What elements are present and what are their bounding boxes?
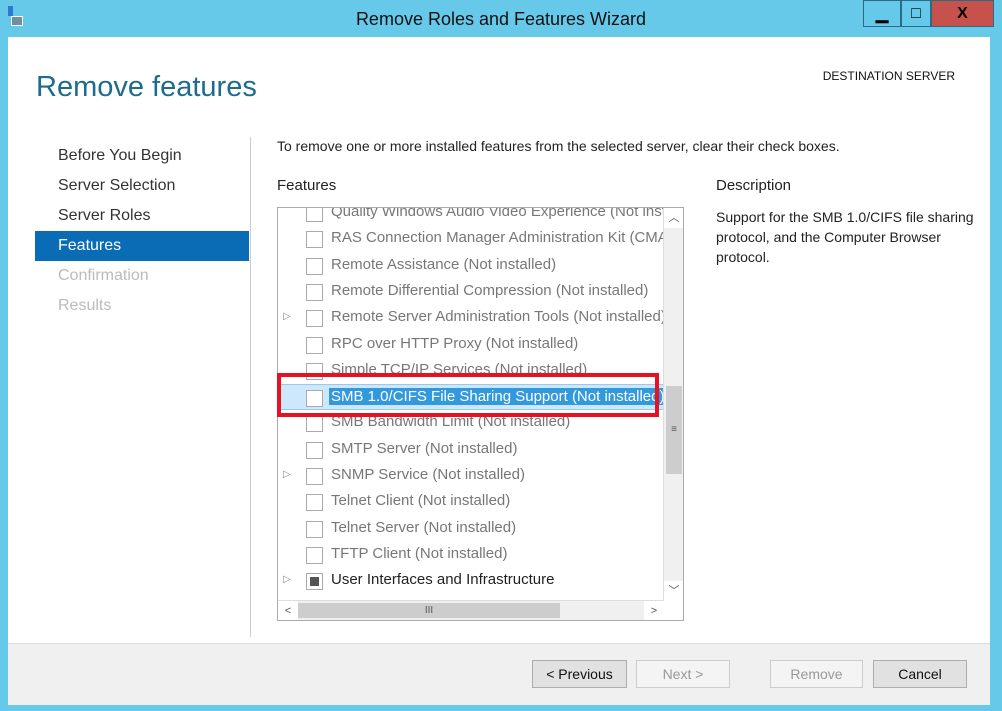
feature-label: Remote Assistance (Not installed) (331, 256, 556, 273)
feature-checkbox[interactable] (306, 521, 323, 538)
nav-features[interactable]: Features (35, 231, 249, 261)
feature-item[interactable]: Quality Windows Audio Video Experience (… (278, 207, 664, 226)
feature-checkbox[interactable] (306, 442, 323, 459)
scroll-thumb[interactable]: ≡ (666, 386, 682, 474)
feature-checkbox[interactable] (306, 337, 323, 354)
feature-item[interactable]: ▷ SNMP Service (Not installed) (278, 463, 664, 489)
feature-item[interactable]: ▷ User Interfaces and Infrastructure (278, 568, 664, 594)
next-button: Next > (636, 660, 730, 688)
feature-item[interactable]: Remote Assistance (Not installed) (278, 253, 664, 279)
feature-checkbox[interactable] (306, 547, 323, 564)
expand-icon[interactable]: ▷ (283, 469, 291, 480)
feature-item[interactable]: Telnet Client (Not installed) (278, 489, 664, 515)
nav-before-you-begin[interactable]: Before You Begin (35, 141, 249, 171)
vertical-scrollbar[interactable]: ︿ ≡ ﹀ (663, 208, 683, 601)
remove-button: Remove (770, 660, 863, 688)
scroll-right-icon[interactable]: > (644, 601, 664, 620)
feature-label: SMTP Server (Not installed) (331, 440, 517, 457)
instructions: To remove one or more installed features… (277, 138, 840, 154)
nav-server-roles[interactable]: Server Roles (35, 201, 249, 231)
scroll-left-icon[interactable]: < (278, 601, 298, 620)
feature-checkbox[interactable] (306, 310, 323, 327)
feature-checkbox[interactable] (306, 284, 323, 301)
feature-checkbox[interactable] (306, 494, 323, 511)
feature-label: Quality Windows Audio Video Experience (… (331, 207, 664, 220)
feature-checkbox[interactable] (306, 207, 323, 222)
divider (250, 137, 251, 637)
wizard-nav: Before You Begin Server Selection Server… (35, 141, 249, 321)
description-label: Description (716, 177, 791, 194)
feature-item[interactable]: ▷ Remote Server Administration Tools (Not… (278, 305, 664, 331)
highlight-annotation (277, 373, 659, 417)
feature-checkbox[interactable] (306, 415, 323, 432)
features-label: Features (277, 177, 336, 194)
previous-button[interactable]: < Previous (532, 660, 627, 688)
feature-checkbox[interactable] (306, 573, 323, 590)
feature-label: Remote Server Administration Tools (Not … (331, 308, 664, 325)
feature-label: RAS Connection Manager Administration Ki… (331, 229, 664, 246)
feature-item[interactable]: RAS Connection Manager Administration Ki… (278, 226, 664, 252)
scroll-up-icon[interactable]: ︿ (664, 208, 684, 228)
feature-checkbox[interactable] (306, 258, 323, 275)
feature-label: User Interfaces and Infrastructure (331, 571, 554, 588)
page-title: Remove features (36, 71, 257, 104)
description-text: Support for the SMB 1.0/CIFS file sharin… (716, 207, 976, 267)
button-bar: < Previous Next > Remove Cancel (8, 643, 990, 705)
feature-item[interactable]: Remote Differential Compression (Not ins… (278, 279, 664, 305)
feature-item[interactable]: Telnet Server (Not installed) (278, 516, 664, 542)
feature-label: SNMP Service (Not installed) (331, 466, 525, 483)
nav-confirmation: Confirmation (35, 261, 249, 291)
feature-label: TFTP Client (Not installed) (331, 545, 507, 562)
wizard-body: Remove features DESTINATION SERVER Befor… (8, 37, 990, 705)
horizontal-scrollbar[interactable]: < III > (278, 600, 664, 620)
nav-server-selection[interactable]: Server Selection (35, 171, 249, 201)
expand-icon[interactable]: ▷ (283, 574, 291, 585)
window-title: Remove Roles and Features Wizard (0, 9, 1002, 30)
feature-label: Remote Differential Compression (Not ins… (331, 282, 648, 299)
feature-item[interactable]: SMTP Server (Not installed) (278, 437, 664, 463)
feature-item[interactable]: TFTP Client (Not installed) (278, 542, 664, 568)
feature-item[interactable]: RPC over HTTP Proxy (Not installed) (278, 332, 664, 358)
expand-icon[interactable]: ▷ (283, 311, 291, 322)
feature-label: Telnet Server (Not installed) (331, 519, 516, 536)
hscroll-thumb[interactable]: III (298, 603, 560, 618)
maximize-button[interactable]: □ (901, 0, 931, 27)
destination-server-label: DESTINATION SERVER (823, 69, 955, 83)
feature-label: Telnet Client (Not installed) (331, 492, 510, 509)
feature-label: RPC over HTTP Proxy (Not installed) (331, 335, 578, 352)
feature-checkbox[interactable] (306, 231, 323, 248)
cancel-button[interactable]: Cancel (873, 660, 967, 688)
feature-checkbox[interactable] (306, 468, 323, 485)
nav-results: Results (35, 291, 249, 321)
minimize-button[interactable]: ▁ (863, 0, 901, 27)
title-bar: Remove Roles and Features Wizard ▁ □ X (0, 0, 1002, 37)
close-button[interactable]: X (931, 0, 994, 27)
scroll-down-icon[interactable]: ﹀ (664, 581, 684, 601)
